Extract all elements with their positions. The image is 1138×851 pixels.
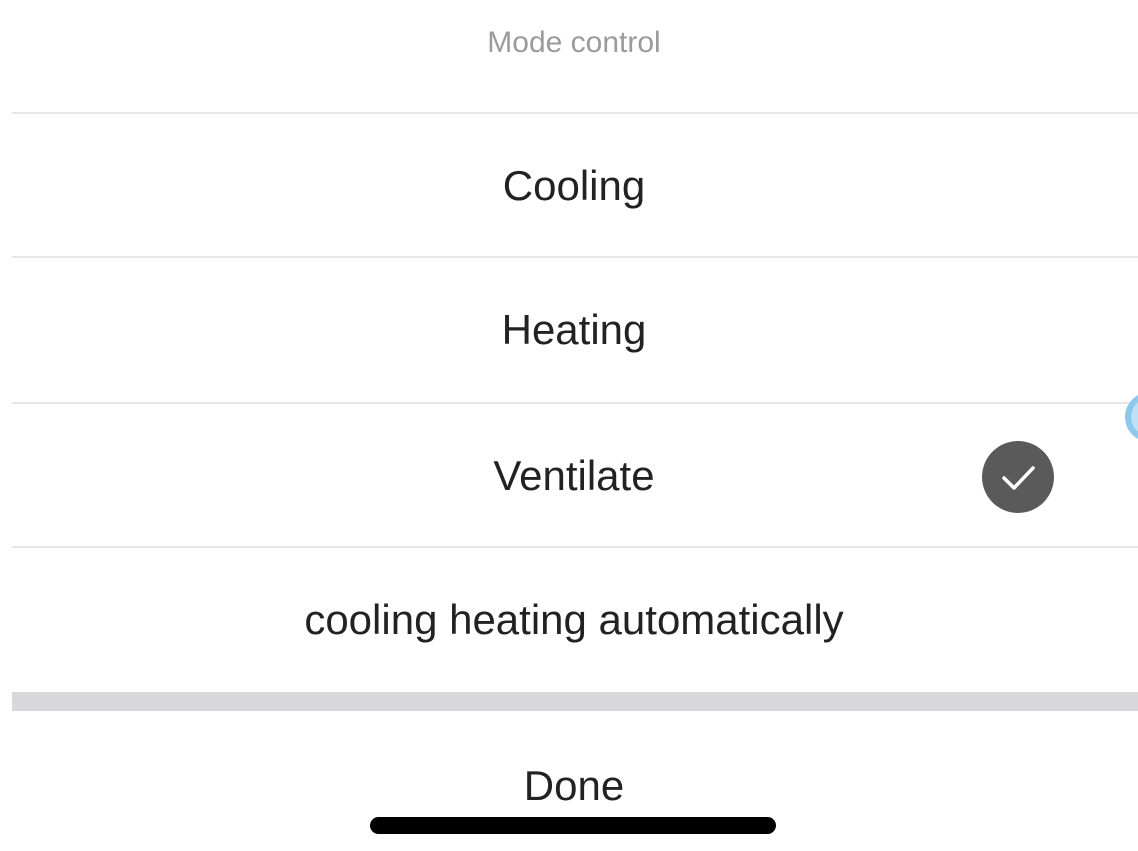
option-label: cooling heating automatically — [304, 596, 844, 643]
option-label: Ventilate — [493, 452, 655, 499]
option-cooling[interactable]: Cooling — [0, 114, 1138, 257]
floating-button-inner — [1131, 398, 1138, 436]
mode-control-sheet: Mode control Cooling Heating Ventilate c… — [0, 0, 1138, 851]
option-label: Heating — [501, 306, 647, 353]
option-cooling-heating-automatically[interactable]: cooling heating automatically — [0, 548, 1138, 691]
checkmark-circle-icon — [982, 441, 1054, 513]
option-ventilate[interactable]: Ventilate — [0, 404, 1138, 547]
option-label: Cooling — [502, 162, 646, 209]
home-indicator[interactable] — [370, 817, 776, 834]
option-heating[interactable]: Heating — [0, 258, 1138, 401]
done-label: Done — [523, 762, 625, 809]
section-separator — [12, 692, 1138, 711]
sheet-title: Mode control — [487, 26, 661, 59]
